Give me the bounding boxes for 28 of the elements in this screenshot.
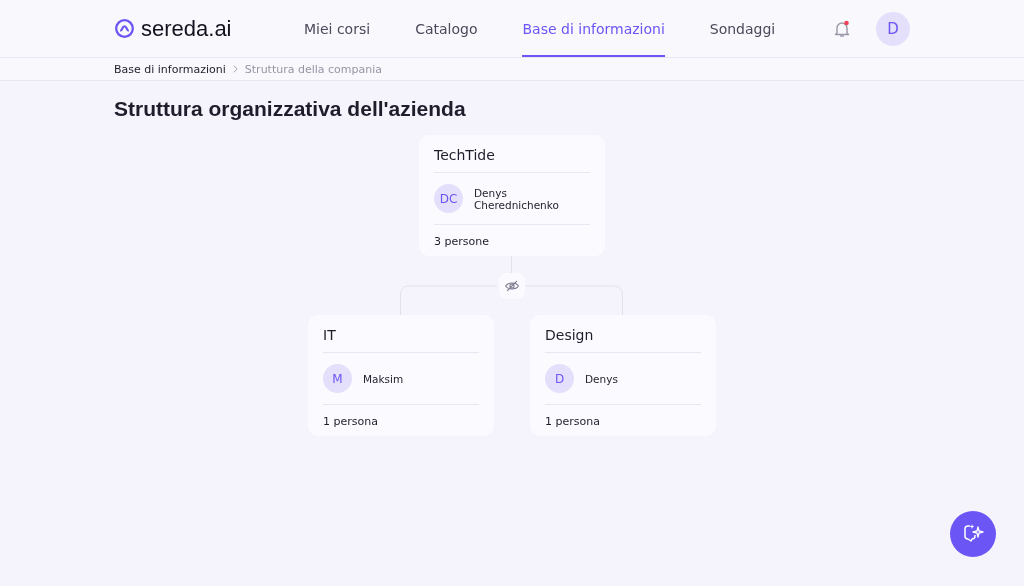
people-count: 1 persona	[323, 414, 379, 428]
department-card[interactable]: Design D Denys 1 persona	[530, 315, 716, 436]
ai-assistant-button[interactable]	[950, 511, 996, 557]
department-card[interactable]: IT M Maksim 1 persona	[308, 315, 494, 436]
hide-toggle-button[interactable]	[499, 273, 525, 299]
department-card[interactable]: TechTide DC Denys Cherednichenko 3 persone	[419, 135, 605, 256]
people-count: 3 persone	[434, 234, 490, 248]
person-avatar: D	[545, 364, 574, 393]
bell-icon[interactable]	[832, 18, 852, 39]
department-name: Design	[545, 327, 701, 353]
department-name: TechTide	[434, 147, 590, 173]
person-name: Maksim	[363, 372, 404, 385]
breadcrumb-link[interactable]: Base di informazioni	[114, 62, 226, 76]
person-name: Denys Cherednichenko	[474, 186, 560, 211]
person-avatar: DC	[434, 184, 463, 213]
person-avatar: M	[323, 364, 352, 393]
people-count: 1 persona	[545, 414, 601, 428]
nav-tab[interactable]: Catalogo	[415, 0, 478, 57]
page-title: Struttura organizzativa dell'azienda	[114, 97, 466, 121]
eye-off-icon	[504, 278, 520, 294]
logo-icon	[114, 18, 135, 39]
chevron-icon	[231, 64, 239, 74]
nav-tab[interactable]: Sondaggi	[709, 0, 776, 57]
department-name: IT	[323, 327, 479, 353]
logo-text[interactable]: sereda.ai	[141, 15, 232, 42]
user-avatar[interactable]: D	[876, 11, 910, 46]
nav-tab[interactable]: Miei corsi	[304, 0, 371, 57]
person-name: Denys	[585, 372, 618, 385]
